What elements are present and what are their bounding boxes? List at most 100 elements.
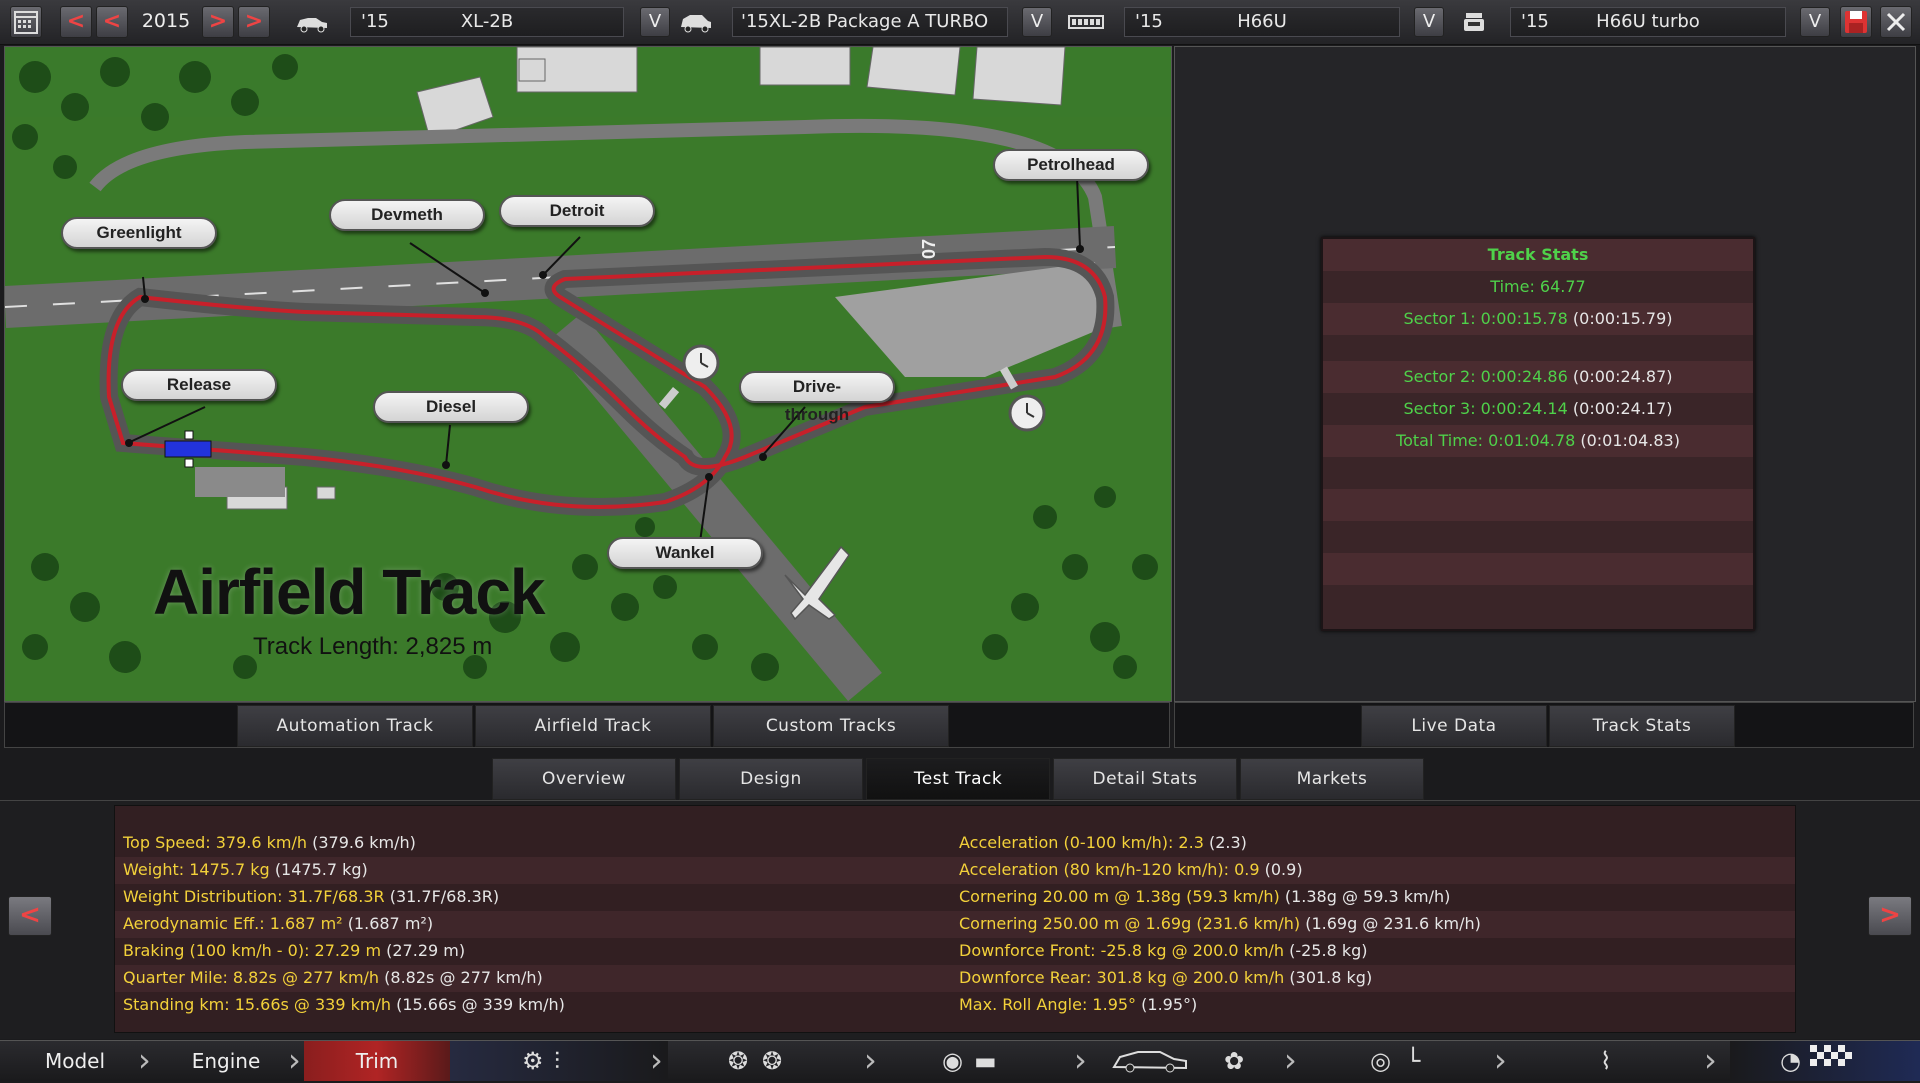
waypoint-label: Wankel xyxy=(607,537,763,569)
model-dropdown-button[interactable]: V xyxy=(640,7,670,37)
waypoint-label: Greenlight xyxy=(61,217,217,249)
sector3-time: Sector 3: 0:00:24.14 xyxy=(1403,399,1568,418)
tab-markets[interactable]: Markets xyxy=(1240,758,1424,800)
tab-track-stats[interactable]: Track Stats xyxy=(1549,705,1735,747)
chevron-right-icon: › xyxy=(288,1041,301,1079)
track-stats-box: Track Stats Time: 64.77 Sector 1: 0:00:1… xyxy=(1321,237,1755,631)
nav-engine[interactable]: Engine xyxy=(156,1041,296,1081)
tab-airfield-track[interactable]: Airfield Track xyxy=(475,705,711,747)
chevron-right-icon: › xyxy=(864,1041,877,1079)
car-body-icon xyxy=(294,9,330,35)
braking-ref: (27.29 m) xyxy=(386,941,466,960)
year-next-button[interactable]: > xyxy=(202,6,234,38)
close-icon[interactable] xyxy=(1880,6,1912,38)
sector3-ref: (0:00:24.17) xyxy=(1572,399,1673,418)
total-time: Total Time: 0:01:04.78 xyxy=(1396,431,1576,450)
variant-select[interactable]: '15 H66U turbo xyxy=(1510,7,1786,37)
stats-panel: Track Stats Time: 64.77 Sector 1: 0:00:1… xyxy=(1174,46,1916,702)
cornering-250m: Cornering 250.00 m @ 1.69g (231.6 km/h) xyxy=(959,914,1301,933)
tab-test-track[interactable]: Test Track xyxy=(866,758,1050,800)
detail-stats-box: Top Speed: 379.6 km/h (379.6 km/h) Accel… xyxy=(114,805,1796,1033)
chevron-right-icon: › xyxy=(138,1041,151,1079)
car-trim-icon xyxy=(678,9,714,35)
weight-distribution-ref: (31.7F/68.3R) xyxy=(389,887,500,906)
engine-select[interactable]: '15 H66U xyxy=(1124,7,1400,37)
track-tabs: Automation Track Airfield Track Custom T… xyxy=(4,702,1170,748)
nav-body[interactable]: ✿ xyxy=(1100,1041,1290,1081)
waypoint-label: Petrolhead xyxy=(993,149,1149,181)
max-roll-angle-ref: (1.95°) xyxy=(1141,995,1198,1014)
bottom-nav: Model › Engine › Trim ⚙ ⫶ › ❂ ❂ › ◉ ▬ › … xyxy=(0,1040,1920,1081)
nav-trim[interactable]: Trim xyxy=(304,1041,450,1081)
engine-icon: ▬ xyxy=(974,1047,997,1075)
tab-live-data[interactable]: Live Data xyxy=(1361,705,1547,747)
chevron-right-icon: › xyxy=(1074,1041,1087,1079)
calendar-icon[interactable] xyxy=(10,6,42,38)
table-row: Braking (100 km/h - 0): 27.29 m (27.29 m… xyxy=(115,938,1795,965)
prev-page-button[interactable]: < xyxy=(8,896,52,936)
disc-icon: ◉ xyxy=(942,1047,963,1075)
variant-dropdown-button[interactable]: V xyxy=(1800,7,1830,37)
year-next-fast-button[interactable]: > xyxy=(238,6,270,38)
next-page-button[interactable]: > xyxy=(1868,896,1912,936)
nav-interior[interactable]: ◎ └ xyxy=(1310,1041,1500,1081)
engine-name: H66U xyxy=(1237,11,1287,32)
year-display: 2015 xyxy=(141,10,191,32)
nav-chassis[interactable]: ⚙ ⫶ xyxy=(450,1041,668,1081)
chevron-right-icon: › xyxy=(1284,1041,1297,1079)
track-stats-title: Track Stats xyxy=(1487,245,1589,264)
turbo-icon xyxy=(1456,9,1492,35)
sector1-time: Sector 1: 0:00:15.78 xyxy=(1403,309,1568,328)
tab-automation-track[interactable]: Automation Track xyxy=(237,705,473,747)
trim-dropdown-button[interactable]: V xyxy=(1022,7,1052,37)
detail-stats-area: Top Speed: 379.6 km/h (379.6 km/h) Accel… xyxy=(0,800,1920,1039)
weight: Weight: 1475.7 kg xyxy=(123,860,270,879)
nav-engine-parts[interactable]: ◉ ▬ xyxy=(890,1041,1080,1081)
engine-dropdown-button[interactable]: V xyxy=(1414,7,1444,37)
weight-ref: (1475.7 kg) xyxy=(274,860,368,879)
track-length: Track Length: 2,825 m xyxy=(253,633,493,660)
model-select[interactable]: '15 XL-2B xyxy=(350,7,624,37)
trim-select[interactable]: '15XL-2B Package A TURBO xyxy=(732,7,1008,37)
table-row: Weight Distribution: 31.7F/68.3R (31.7F/… xyxy=(115,884,1795,911)
top-toolbar: < < 2015 > > '15 XL-2B V '15XL-2B Packag… xyxy=(0,0,1920,45)
waypoint-label: Detroit xyxy=(499,195,655,227)
year-prev-button[interactable]: < xyxy=(96,6,128,38)
standing-km: Standing km: 15.66s @ 339 km/h xyxy=(123,995,392,1014)
cornering-250m-ref: (1.69g @ 231.6 km/h) xyxy=(1305,914,1481,933)
table-row: Standing km: 15.66s @ 339 km/h (15.66s @… xyxy=(115,992,1795,1019)
nav-suspension[interactable]: ❂ ❂ xyxy=(676,1041,866,1081)
max-roll-angle: Max. Roll Angle: 1.95° xyxy=(959,995,1137,1014)
aerodynamic-eff-ref: (1.687 m²) xyxy=(347,914,434,933)
runway-number: 07 xyxy=(919,239,939,259)
table-row: Top Speed: 379.6 km/h (379.6 km/h) Accel… xyxy=(115,830,1795,857)
steering-wheel-icon: ◎ xyxy=(1370,1047,1391,1075)
nav-model[interactable]: Model xyxy=(0,1041,150,1081)
tab-detail-stats[interactable]: Detail Stats xyxy=(1053,758,1237,800)
year-prev-fast-button[interactable]: < xyxy=(60,6,92,38)
waypoint-label: Devmeth xyxy=(329,199,485,231)
spring-icon: ⌇ xyxy=(1600,1047,1612,1075)
tab-custom-tracks[interactable]: Custom Tracks xyxy=(713,705,949,747)
car-position-marker xyxy=(164,430,212,468)
table-row: Aerodynamic Eff.: 1.687 m² (1.687 m²) Co… xyxy=(115,911,1795,938)
downforce-front: Downforce Front: -25.8 kg @ 200.0 km/h xyxy=(959,941,1285,960)
save-icon[interactable] xyxy=(1840,6,1872,38)
cornering-20m-ref: (1.38g @ 59.3 km/h) xyxy=(1284,887,1451,906)
waypoint-label: Release xyxy=(121,369,277,401)
chevron-right-icon: › xyxy=(1494,1041,1507,1079)
acceleration-80-120-ref: (0.9) xyxy=(1264,860,1303,879)
table-row: Weight: 1475.7 kg (1475.7 kg) Accelerati… xyxy=(115,857,1795,884)
nav-fuel-system[interactable]: ⌇ xyxy=(1520,1041,1706,1081)
quarter-mile: Quarter Mile: 8.82s @ 277 km/h xyxy=(123,968,380,987)
nav-testing[interactable]: ◔ xyxy=(1730,1041,1920,1081)
top-speed-ref: (379.6 km/h) xyxy=(312,833,416,852)
tab-overview[interactable]: Overview xyxy=(492,758,676,800)
main-tabs: Overview Design Test Track Detail Stats … xyxy=(0,756,1920,800)
track-title: Airfield Track xyxy=(153,556,545,628)
tab-design[interactable]: Design xyxy=(679,758,863,800)
checkered-flag-icon xyxy=(1810,1045,1852,1077)
downforce-rear: Downforce Rear: 301.8 kg @ 200.0 km/h xyxy=(959,968,1285,987)
seat-icon: └ xyxy=(1406,1047,1421,1075)
waypoint-label: Diesel xyxy=(373,391,529,423)
